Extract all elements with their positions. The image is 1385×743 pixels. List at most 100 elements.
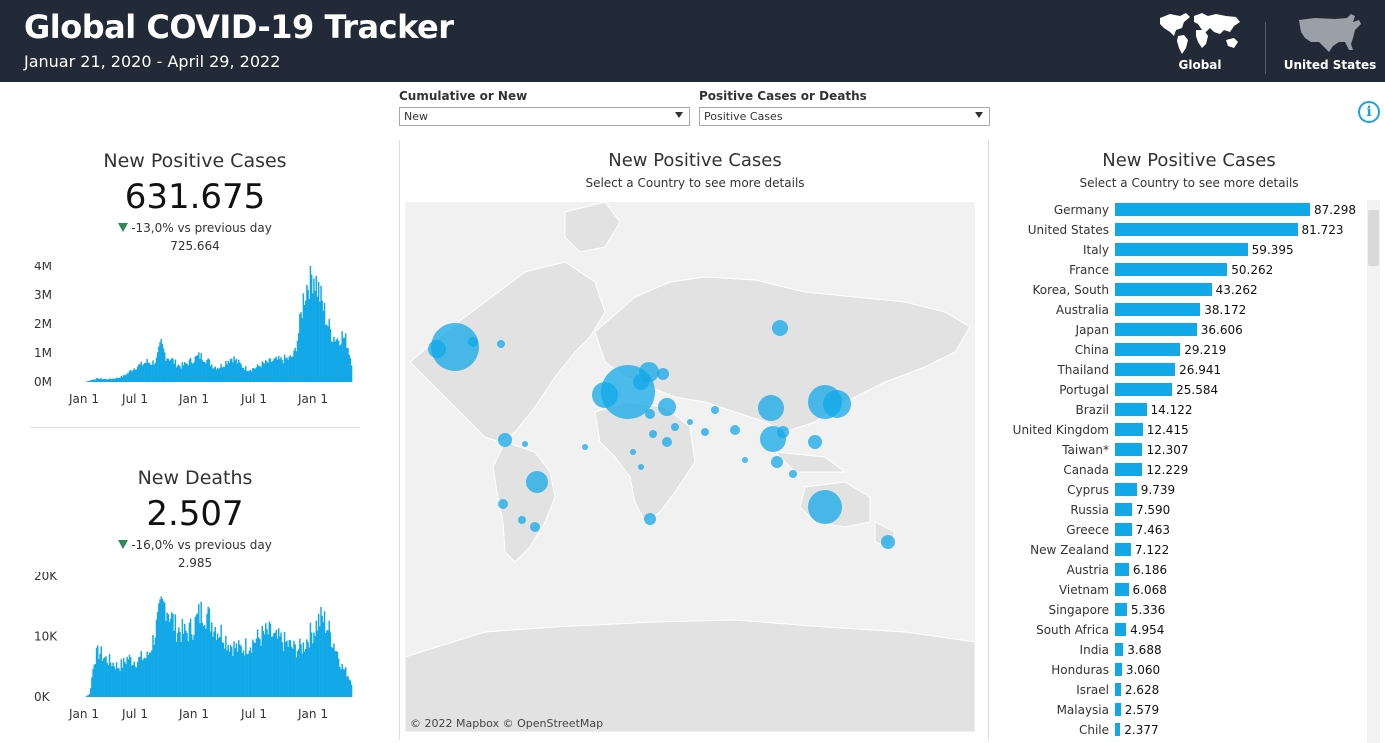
country-bubble[interactable] [730,425,740,435]
bar[interactable] [1115,703,1121,716]
country-bubble[interactable] [633,374,649,390]
bar-row[interactable]: Malaysia 2.579 [995,700,1365,720]
bar[interactable] [1115,203,1310,216]
country-bubble[interactable] [823,390,851,418]
world-map[interactable] [405,202,975,732]
nav-global-button[interactable]: Global [1150,8,1250,80]
country-bubble[interactable] [498,433,512,447]
bar-row[interactable]: Vietnam 6.068 [995,580,1365,600]
bar-row[interactable]: South Africa 4.954 [995,620,1365,640]
nav-us-button[interactable]: United States [1280,8,1380,80]
country-bubble[interactable] [687,419,693,425]
bar-row[interactable]: Singapore 5.336 [995,600,1365,620]
bar-row[interactable]: Russia 7.590 [995,500,1365,520]
bar-row[interactable]: Germany 87.298 [995,200,1365,220]
bar-row[interactable]: Portugal 25.584 [995,380,1365,400]
country-bubble[interactable] [497,340,505,348]
country-bubble[interactable] [518,516,526,524]
country-bubble[interactable] [772,320,788,336]
bar[interactable] [1115,663,1122,676]
country-bubble[interactable] [758,395,784,421]
spark-bar[interactable] [350,365,353,382]
bar-row[interactable]: Italy 59.395 [995,240,1365,260]
bar[interactable] [1115,623,1127,636]
bar[interactable] [1115,503,1132,516]
bar-row[interactable]: Austria 6.186 [995,560,1365,580]
country-bubble[interactable] [526,471,548,493]
bar-row[interactable]: Australia 38.172 [995,300,1365,320]
bar-row[interactable]: Greece 7.463 [995,520,1365,540]
country-bubble[interactable] [649,430,657,438]
bar-row[interactable]: United States 81.723 [995,220,1365,240]
country-bubble[interactable] [582,444,588,450]
country-bubble[interactable] [630,449,636,455]
bar[interactable] [1115,303,1201,316]
bar-row[interactable]: Cyprus 9.739 [995,480,1365,500]
country-bubble[interactable] [808,490,842,524]
bar-row[interactable]: Thailand 26.941 [995,360,1365,380]
bar[interactable] [1115,543,1131,556]
bar-row[interactable]: United Kingdom 12.415 [995,420,1365,440]
measure-select[interactable]: Positive Cases [699,107,990,126]
bar[interactable] [1115,683,1121,696]
bar-row[interactable]: Canada 12.229 [995,460,1365,480]
country-bubble[interactable] [777,426,789,438]
bar-row[interactable]: China 29.219 [995,340,1365,360]
country-bubble[interactable] [644,513,656,525]
bar-row[interactable]: France 50.262 [995,260,1365,280]
country-bubble[interactable] [468,337,478,347]
country-bubble[interactable] [881,535,895,549]
country-bubble[interactable] [742,457,748,463]
bar-row[interactable]: India 3.688 [995,640,1365,660]
bar-row[interactable]: Korea, South 43.262 [995,280,1365,300]
bar-row[interactable]: Israel 2.628 [995,680,1365,700]
country-bubble[interactable] [808,435,822,449]
bar[interactable] [1115,263,1228,276]
country-bubble[interactable] [771,456,783,468]
bar[interactable] [1115,723,1121,736]
country-bubble[interactable] [645,409,655,419]
country-bubble[interactable] [671,423,679,431]
bar-row[interactable]: Taiwan* 12.307 [995,440,1365,460]
country-bubble[interactable] [530,522,540,532]
bar[interactable] [1115,323,1197,336]
country-bubble[interactable] [638,464,644,470]
x-tick-label: Jan 1 [297,707,328,721]
bar-row[interactable]: Honduras 3.060 [995,660,1365,680]
bar[interactable] [1115,343,1181,356]
bar[interactable] [1115,403,1147,416]
country-bubble[interactable] [701,428,709,436]
info-icon[interactable]: i [1358,101,1380,123]
country-bubble[interactable] [522,441,528,447]
country-bubble[interactable] [789,470,797,478]
bar[interactable] [1115,443,1143,456]
bar[interactable] [1115,423,1143,436]
bar-row[interactable]: Chile 2.377 [995,720,1365,740]
country-bubble[interactable] [657,368,669,380]
country-bubble[interactable] [428,340,446,358]
bar[interactable] [1115,283,1212,296]
bar-scrollbar[interactable] [1367,200,1380,743]
bar-row[interactable]: Brazil 14.122 [995,400,1365,420]
bar[interactable] [1115,563,1129,576]
country-bubble[interactable] [662,437,672,447]
bar[interactable] [1115,243,1248,256]
cumulative-select[interactable]: New [399,107,690,126]
bar[interactable] [1115,463,1143,476]
bar-row[interactable]: Japan 36.606 [995,320,1365,340]
bar-row[interactable]: New Zealand 7.122 [995,540,1365,560]
bar[interactable] [1115,583,1129,596]
bar[interactable] [1115,603,1127,616]
bar[interactable] [1115,483,1137,496]
bar[interactable] [1115,523,1132,536]
bar[interactable] [1115,643,1124,656]
country-bubble[interactable] [498,499,508,509]
country-bubble[interactable] [711,406,719,414]
bar[interactable] [1115,223,1298,236]
bar[interactable] [1115,383,1173,396]
country-bubble[interactable] [658,398,676,416]
spark-bar[interactable] [350,684,353,697]
country-bubble[interactable] [592,382,618,408]
bar-scrollbar-thumb[interactable] [1368,210,1379,266]
bar[interactable] [1115,363,1176,376]
